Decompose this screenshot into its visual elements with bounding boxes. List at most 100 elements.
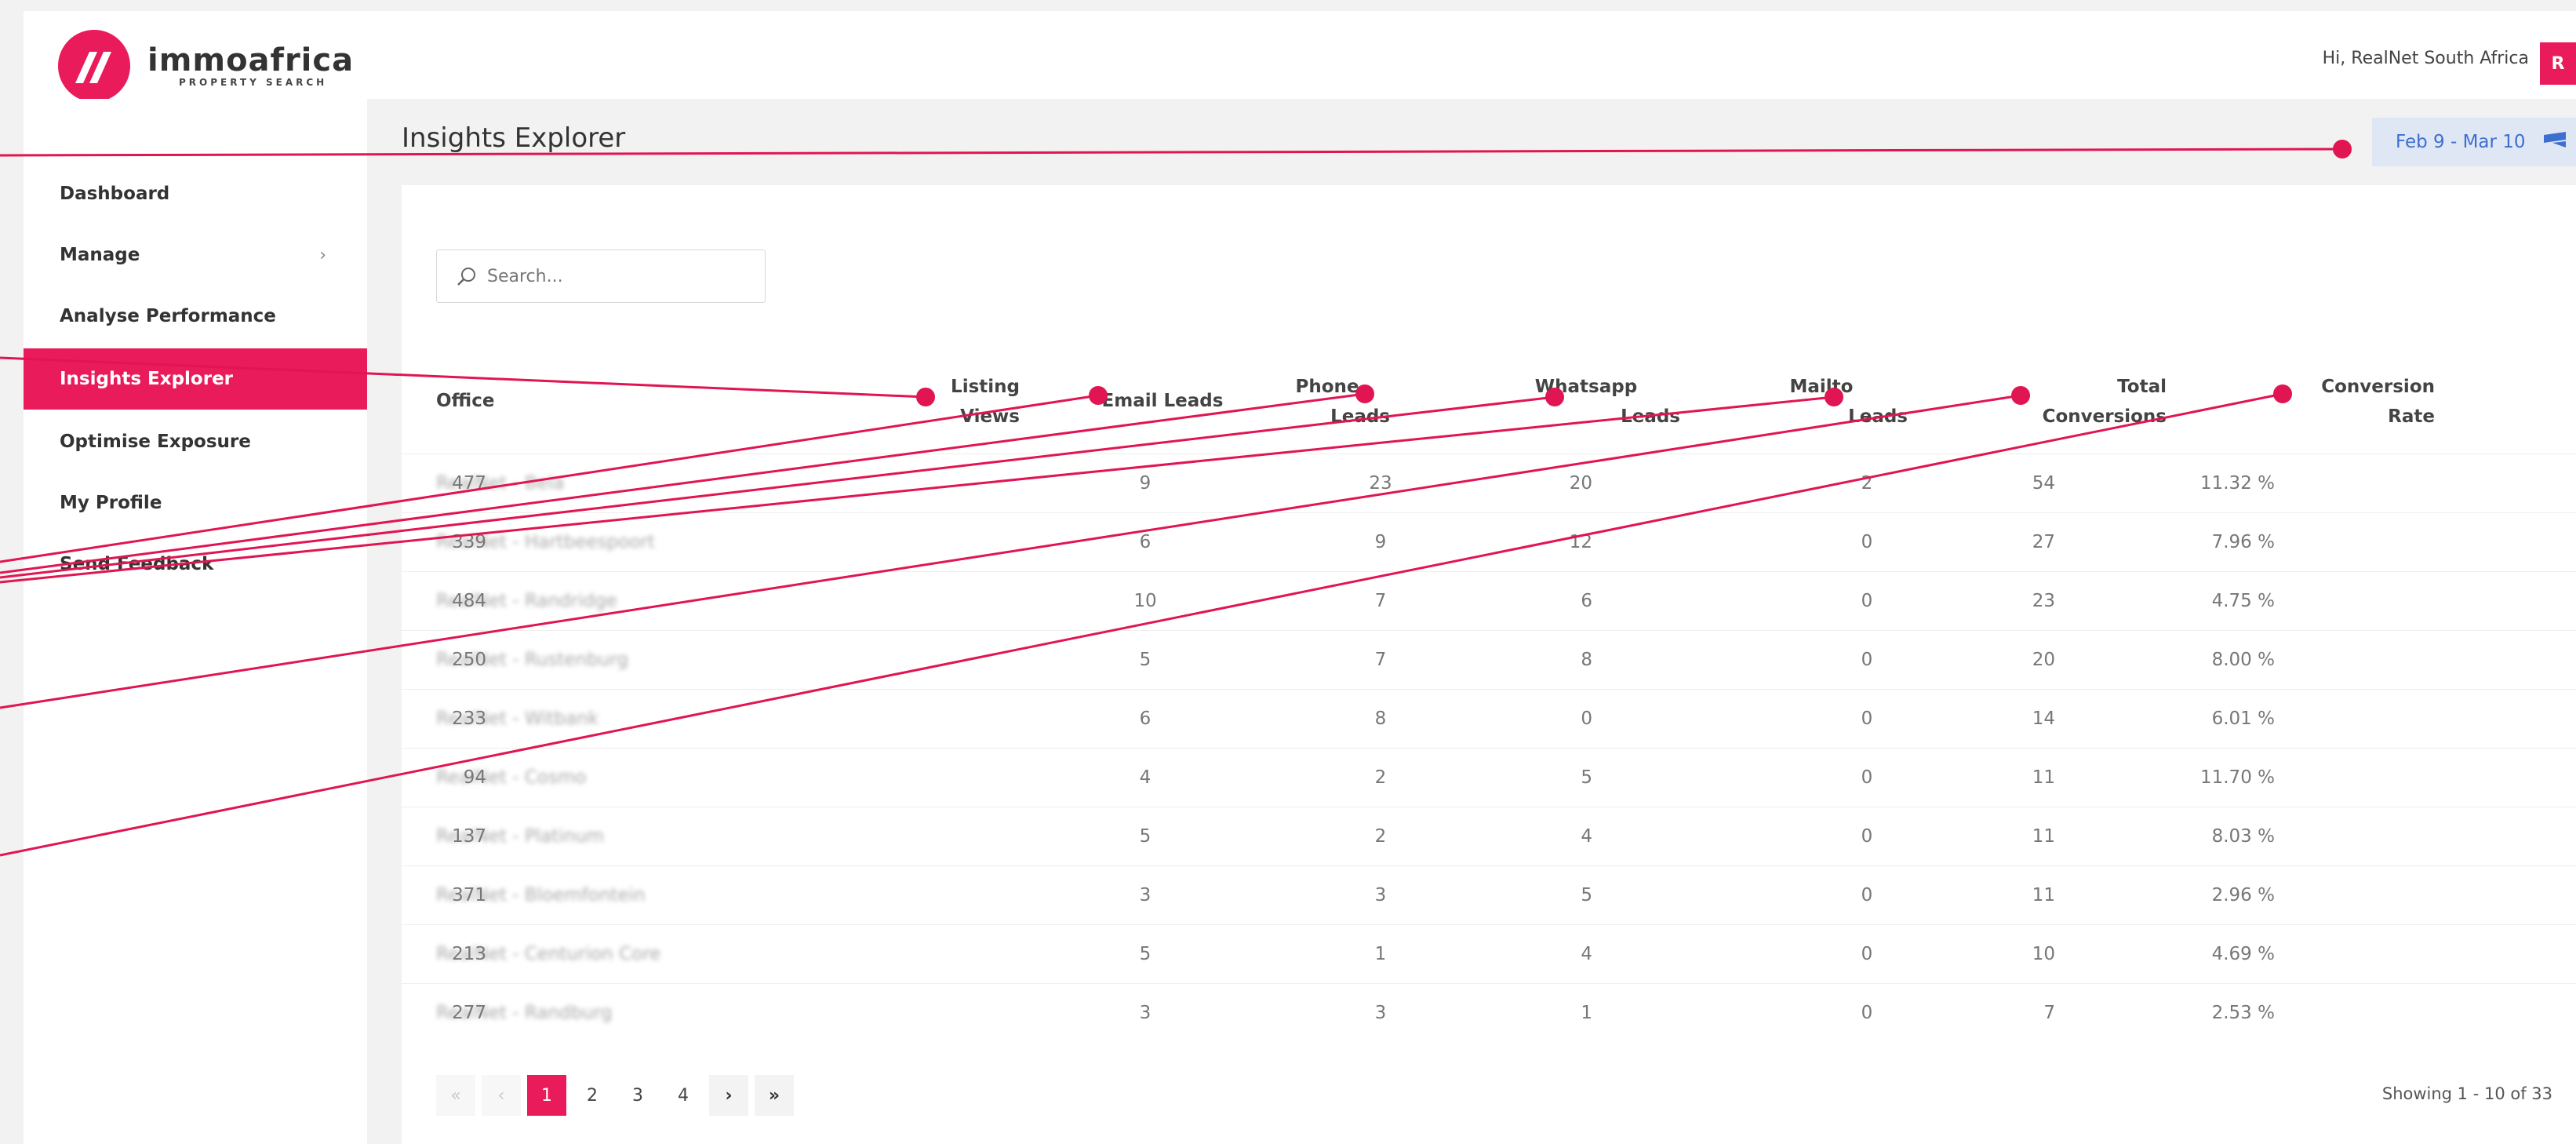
col-header-line: Rate — [2388, 406, 2435, 427]
sidebar-item-manage[interactable]: Manage › — [24, 224, 367, 286]
table-row[interactable]: RealNet - Bela 477 9 23 20 2 54 11.32 % — [402, 454, 2576, 512]
logo-tagline: PROPERTY SEARCH — [179, 77, 328, 88]
cell-conversion-rate: 8.03 % — [2211, 826, 2275, 847]
cell-mailto-leads: 0 — [1861, 709, 1873, 729]
col-header-phone-leads[interactable]: Phone Leads — [1264, 372, 1390, 432]
table-row[interactable]: RealNet - Rustenburg 250 5 7 8 0 20 8.00 % — [402, 630, 2576, 689]
cell-mailto-leads: 0 — [1861, 1003, 1873, 1023]
avatar[interactable]: R — [2540, 42, 2576, 85]
cell-listing-views: 233 — [452, 709, 486, 729]
col-header-line: Whatsapp — [1534, 377, 1638, 397]
cell-mailto-leads: 0 — [1861, 532, 1873, 552]
cell-phone-leads: 2 — [1374, 826, 1387, 847]
next-page-button[interactable]: › — [709, 1075, 748, 1116]
cell-mailto-leads: 0 — [1861, 826, 1873, 847]
app-frame: immoafrica PROPERTY SEARCH Hi, RealNet S… — [0, 0, 2576, 1144]
sidebar-item-analyse-performance[interactable]: Analyse Performance — [24, 286, 367, 347]
col-header-total-conversions[interactable]: Total Conversions — [1970, 372, 2167, 432]
prev-page-button[interactable]: ‹ — [482, 1075, 521, 1116]
col-header-line: Conversion — [2321, 377, 2435, 397]
table-row[interactable]: RealNet - Bloemfontein 371 3 3 5 0 11 2.96 % — [402, 865, 2576, 924]
page-button-3[interactable]: 3 — [618, 1075, 657, 1116]
col-header-mailto-leads[interactable]: Mailto Leads — [1735, 372, 1908, 432]
search-input[interactable] — [487, 261, 746, 291]
annotation-dot — [2333, 140, 2352, 158]
cell-conversion-rate: 4.75 % — [2211, 591, 2275, 611]
col-header-listing-views[interactable]: Listing Views — [888, 372, 1020, 432]
cell-email-leads: 5 — [1139, 650, 1152, 670]
date-range-button[interactable]: Feb 9 - Mar 10 — [2372, 118, 2576, 166]
cell-conversion-rate: 4.69 % — [2211, 944, 2275, 964]
cell-phone-leads: 9 — [1374, 532, 1387, 552]
cell-whatsapp-leads: 4 — [1581, 826, 1592, 847]
cell-phone-leads: 3 — [1374, 1003, 1387, 1023]
cell-phone-leads: 7 — [1374, 650, 1387, 670]
cell-phone-leads: 23 — [1369, 473, 1392, 494]
col-header-line: Listing — [951, 377, 1020, 397]
cell-email-leads: 6 — [1139, 709, 1152, 729]
sidebar-item-send-feedback[interactable]: Send Feedback — [24, 534, 367, 595]
sidebar-item-insights-explorer[interactable]: Insights Explorer — [24, 348, 367, 410]
cell-listing-views: 339 — [452, 532, 486, 552]
table-row[interactable]: RealNet - Hartbeespoort 339 6 9 12 0 27 7.96 % — [402, 512, 2576, 571]
cell-whatsapp-leads: 12 — [1569, 532, 1592, 552]
table-row[interactable]: RealNet - Cosmo 94 4 2 5 0 11 11.70 % — [402, 748, 2576, 807]
col-header-line: Leads — [1330, 406, 1390, 427]
cell-phone-leads: 8 — [1374, 709, 1387, 729]
col-header-line: Mailto — [1789, 377, 1854, 397]
cell-phone-leads: 1 — [1374, 944, 1387, 964]
cell-email-leads: 3 — [1139, 885, 1152, 905]
cell-email-leads: 10 — [1133, 591, 1157, 611]
col-header-email-leads[interactable]: Email Leads — [1076, 386, 1249, 416]
date-range-label: Feb 9 - Mar 10 — [2396, 132, 2526, 152]
chevron-right-icon: › — [319, 245, 326, 265]
cell-mailto-leads: 0 — [1861, 767, 1873, 788]
cell-conversion-rate: 7.96 % — [2211, 532, 2275, 552]
search-box[interactable] — [436, 250, 766, 303]
cell-listing-views: 277 — [452, 1003, 486, 1023]
page-button-4[interactable]: 4 — [664, 1075, 703, 1116]
col-header-office[interactable]: Office — [436, 386, 494, 416]
cell-email-leads: 5 — [1139, 826, 1152, 847]
cell-listing-views: 250 — [452, 650, 486, 670]
cell-mailto-leads: 2 — [1861, 473, 1873, 494]
cell-conversion-rate: 2.96 % — [2211, 885, 2275, 905]
logo-mark-icon — [58, 30, 130, 102]
sidebar-item-dashboard[interactable]: Dashboard — [24, 163, 367, 224]
cell-mailto-leads: 0 — [1861, 650, 1873, 670]
last-page-button[interactable]: » — [755, 1075, 794, 1116]
logo[interactable]: immoafrica PROPERTY SEARCH — [58, 28, 354, 104]
table-row[interactable]: RealNet - Platinum 137 5 2 4 0 11 8.03 % — [402, 807, 2576, 865]
sidebar: Dashboard Manage › Analyse Performance I… — [24, 99, 367, 1144]
cell-listing-views: 213 — [452, 944, 486, 964]
col-header-line: Views — [960, 406, 1020, 427]
first-page-button[interactable]: « — [436, 1075, 475, 1116]
cell-total-conversions: 11 — [2032, 767, 2055, 788]
cell-total-conversions: 7 — [2043, 1003, 2055, 1023]
table-row[interactable]: RealNet - Randburg 277 3 3 1 0 7 2.53 % — [402, 983, 2576, 1042]
col-header-whatsapp-leads[interactable]: Whatsapp Leads — [1492, 372, 1680, 432]
table-row[interactable]: RealNet - Witbank 233 6 8 0 0 14 6.01 % — [402, 689, 2576, 748]
cell-listing-views: 94 — [463, 767, 486, 788]
cell-mailto-leads: 0 — [1861, 944, 1873, 964]
col-header-line: Leads — [1621, 406, 1680, 427]
cell-email-leads: 4 — [1139, 767, 1152, 788]
cell-whatsapp-leads: 20 — [1569, 473, 1592, 494]
table-row[interactable]: RealNet - Randridge 484 10 7 6 0 23 4.75 % — [402, 571, 2576, 630]
cell-total-conversions: 10 — [2032, 944, 2055, 964]
cell-total-conversions: 54 — [2032, 473, 2055, 494]
page-button-1[interactable]: 1 — [527, 1075, 566, 1116]
col-header-line: Phone — [1295, 377, 1359, 397]
cell-email-leads: 3 — [1139, 1003, 1152, 1023]
cell-whatsapp-leads: 8 — [1581, 650, 1592, 670]
cell-email-leads: 6 — [1139, 532, 1152, 552]
table-row[interactable]: RealNet - Centurion Core 213 5 1 4 0 10 4.69 % — [402, 924, 2576, 983]
sidebar-item-my-profile[interactable]: My Profile — [24, 472, 367, 534]
cell-total-conversions: 11 — [2032, 826, 2055, 847]
sidebar-item-optimise-exposure[interactable]: Optimise Exposure — [24, 411, 367, 472]
cell-whatsapp-leads: 6 — [1581, 591, 1592, 611]
col-header-conversion-rate[interactable]: Conversion Rate — [2284, 372, 2435, 432]
cell-conversion-rate: 2.53 % — [2211, 1003, 2275, 1023]
cell-whatsapp-leads: 0 — [1581, 709, 1592, 729]
page-button-2[interactable]: 2 — [573, 1075, 612, 1116]
